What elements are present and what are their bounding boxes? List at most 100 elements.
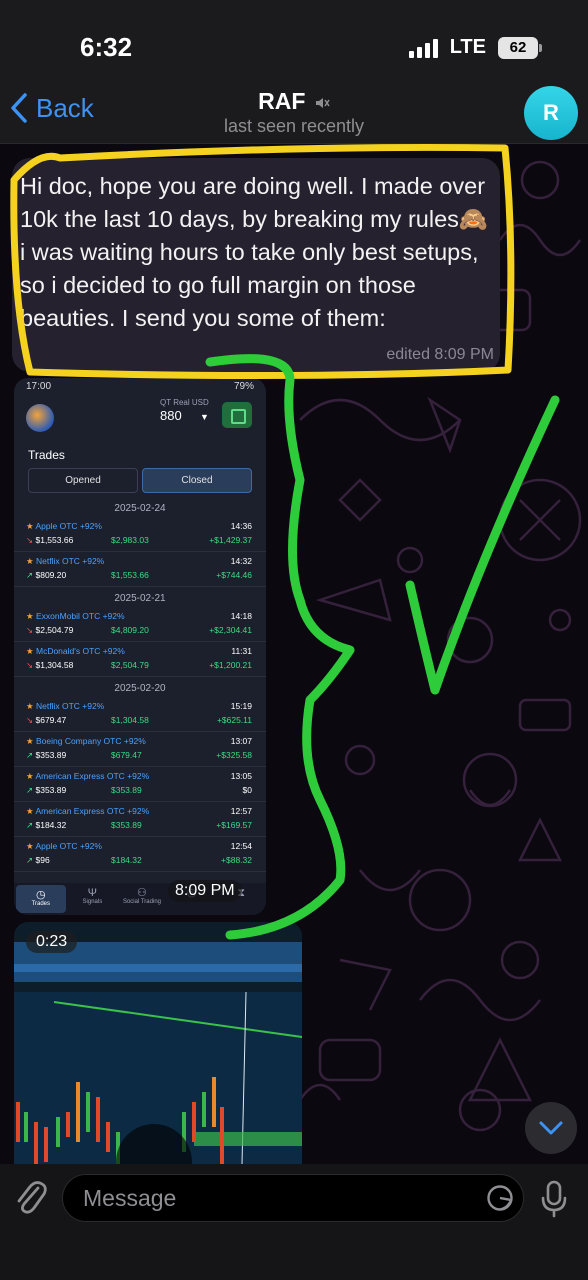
trade-row: American Express OTC +92% 12:57 $184.32$35…	[14, 802, 266, 837]
trade-payout: $1,553.66	[111, 570, 149, 580]
trade-date-header: 2025-02-24	[114, 503, 166, 514]
trade-time: 11:31	[231, 646, 252, 656]
trade-time: 12:57	[230, 806, 252, 816]
trade-profit: +$1,200.21	[209, 660, 252, 670]
trade-payout: $353.89	[111, 785, 142, 795]
screenshot-battery: 79%	[233, 381, 254, 392]
screenshot-tab: Ψ Signals	[68, 883, 118, 915]
trade-time: 13:05	[230, 771, 252, 781]
trade-time: 14:32	[230, 556, 252, 566]
tab-icon: Ψ	[87, 887, 97, 899]
trade-asset: American Express OTC +92%	[26, 804, 150, 818]
trade-payout: $2,983.03	[111, 535, 149, 545]
scroll-to-bottom-button[interactable]	[525, 1102, 577, 1154]
status-indicators: LTE 62	[408, 36, 542, 59]
battery-level: 62	[509, 38, 527, 56]
closed-tab: Closed	[142, 468, 252, 493]
trade-asset: Netflix OTC +92%	[26, 699, 104, 713]
avatar-initial: R	[543, 100, 559, 125]
avatar[interactable]: R	[524, 86, 578, 140]
trade-investment: $809.20	[26, 568, 110, 582]
trade-time: 14:36	[230, 521, 252, 531]
message-input[interactable]	[62, 1174, 524, 1222]
trade-asset: ExxonMobil OTC +92%	[26, 609, 125, 623]
trade-profit: $0	[242, 785, 252, 795]
screenshot-tab: ⚇ Social Trading	[117, 883, 167, 915]
trade-investment: $679.47	[26, 713, 110, 727]
trade-date-header: 2025-02-20	[114, 683, 166, 694]
trade-profit: +$169.57	[216, 820, 252, 830]
trade-row: Boeing Company OTC +92% 13:07 $353.89$679.…	[14, 732, 266, 767]
voice-message-button[interactable]	[540, 1180, 568, 1223]
attach-button[interactable]	[14, 1178, 48, 1223]
microphone-icon	[541, 1180, 567, 1218]
muted-icon	[315, 97, 330, 108]
trade-time: 15:19	[230, 701, 252, 711]
video-duration: 0:23	[26, 931, 78, 953]
trade-investment: $353.89	[26, 783, 110, 797]
message-text: Hi doc, hope you are doing well. I made …	[20, 173, 489, 331]
trade-payout: $353.89	[111, 820, 142, 830]
trade-profit: +$1,429.37	[209, 535, 252, 545]
tab-label: Signals	[82, 899, 103, 905]
screenshot-time: 17:00	[26, 381, 52, 392]
trade-investment: $184.32	[26, 818, 110, 832]
trade-asset: Netflix OTC +92%	[26, 554, 104, 568]
sticker-icon	[487, 1185, 513, 1211]
screenshot-status-bar: 17:00 79%	[14, 378, 266, 398]
trade-row: Apple OTC +92% 12:54 $96$184.32 +$88.32	[14, 837, 266, 872]
message-input-bar	[0, 1164, 588, 1280]
opened-tab: Opened	[28, 468, 138, 493]
screenshot-tab: ◷ Trades	[16, 885, 66, 913]
trade-payout: $679.47	[111, 750, 142, 760]
trade-row: American Express OTC +92% 13:05 $353.89$35…	[14, 767, 266, 802]
video-message[interactable]	[14, 922, 302, 1164]
trade-profit: +$88.32	[221, 855, 252, 865]
tab-label: Trades	[31, 901, 51, 907]
message-bubble[interactable]: Hi doc, hope you are doing well. I made …	[12, 158, 500, 372]
trade-row: McDonald's OTC +92% 11:31 $1,304.58$2,504.…	[14, 642, 266, 677]
video-thumbnail	[14, 922, 302, 1164]
screenshot-app-header: QT Real USD 880 ▼	[14, 398, 266, 442]
last-seen-status: last seen recently	[223, 116, 365, 136]
trade-profit: +$625.11	[216, 715, 252, 725]
trade-investment: $1,304.58	[26, 658, 110, 672]
trade-payout: $184.32	[111, 855, 142, 865]
paperclip-icon	[17, 1181, 47, 1214]
trade-profit: +$325.58	[216, 750, 252, 760]
trade-asset: Apple OTC +92%	[26, 839, 102, 853]
trade-payout: $4,809.20	[111, 625, 149, 635]
trade-asset: American Express OTC +92%	[26, 769, 150, 783]
trade-row: ExxonMobil OTC +92% 14:18 $2,504.79$4,809.…	[14, 607, 266, 642]
trades-list: 2025-02-24 Apple OTC +92% 14:36 $1,553.66 $2…	[14, 501, 266, 872]
deposit-icon	[222, 402, 252, 428]
sticker-button[interactable]	[486, 1184, 514, 1217]
trade-time: 14:18	[230, 611, 252, 621]
tab-label: Social Trading	[122, 899, 161, 905]
chat-header: Back RAF last seen recently R	[0, 80, 588, 144]
status-time: 6:32	[80, 32, 133, 62]
account-label: QT Real USD	[160, 398, 209, 407]
trade-row: Netflix OTC +92% 15:19 $679.47$1,304.58 +$6…	[14, 697, 266, 732]
trade-asset: McDonald's OTC +92%	[26, 644, 125, 658]
chevron-down-icon	[539, 1121, 563, 1135]
trade-asset: Apple OTC +92%	[26, 519, 102, 533]
trade-date-header: 2025-02-21	[114, 593, 166, 604]
trade-investment: $2,504.79	[26, 623, 110, 637]
chat-title[interactable]: RAF	[0, 88, 588, 115]
status-bar: 6:32 LTE 62	[0, 0, 588, 80]
trade-row: Apple OTC +92% 14:36 $1,553.66$2,983.03 +$1…	[14, 517, 266, 552]
trade-investment: $96	[26, 853, 110, 867]
trade-time: 13:07	[230, 736, 252, 746]
photo-timestamp: 8:09 PM	[168, 880, 242, 902]
photo-message[interactable]: 17:00 79% QT Real USD 880 ▼ Trades Opene…	[14, 378, 266, 915]
trade-row: Netflix OTC +92% 14:32 $809.20$1,553.66 +$7…	[14, 552, 266, 587]
battery-icon: 62	[498, 36, 542, 59]
trade-profit: +$744.46	[216, 570, 252, 580]
app-logo-icon	[26, 404, 54, 432]
tab-icon: ⚇	[137, 887, 147, 899]
contact-name: RAF	[258, 88, 306, 114]
tab-icon: ◷	[35, 889, 46, 901]
caret-down-icon: ▼	[200, 412, 209, 422]
network-type: LTE	[449, 36, 486, 58]
